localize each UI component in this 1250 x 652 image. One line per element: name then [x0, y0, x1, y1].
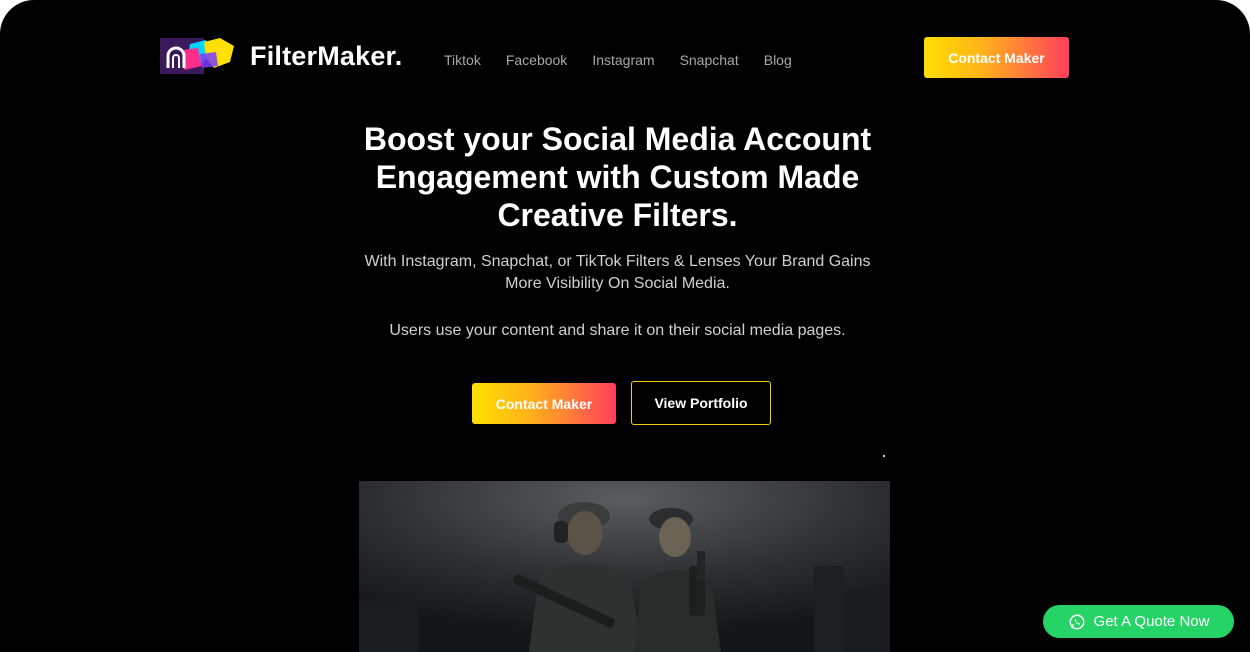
hero-subtitle: With Instagram, Snapchat, or TikTok Filt…: [364, 253, 871, 292]
header-contact-button[interactable]: Contact Maker: [924, 37, 1069, 78]
get-quote-button[interactable]: Get A Quote Now: [1043, 605, 1234, 638]
brand-name: FilterMaker.: [250, 40, 403, 71]
hero-contact-button[interactable]: Contact Maker: [472, 383, 616, 424]
nav-link-snapchat[interactable]: Snapchat: [680, 52, 739, 68]
whatsapp-icon: [1069, 614, 1085, 629]
logo-icon: [160, 38, 234, 74]
nav-link-facebook[interactable]: Facebook: [506, 52, 567, 68]
nav-link-blog[interactable]: Blog: [764, 52, 792, 68]
brand-logo[interactable]: FilterMaker.: [160, 36, 402, 76]
soldiers-image: [359, 481, 890, 652]
get-quote-label: Get A Quote Now: [1093, 613, 1210, 630]
page-frame: FilterMaker. Tiktok Facebook Instagram S…: [0, 0, 1250, 652]
hero-title: Boost your Social Media Account Engageme…: [363, 121, 872, 233]
main-nav: Tiktok Facebook Instagram Snapchat Blog: [444, 52, 817, 68]
hero-subtitle-secondary: Users use your content and share it on t…: [389, 322, 846, 339]
decorative-dot: [883, 455, 885, 457]
nav-link-tiktok[interactable]: Tiktok: [444, 52, 481, 68]
view-portfolio-button[interactable]: View Portfolio: [631, 381, 771, 425]
nav-link-instagram[interactable]: Instagram: [592, 52, 654, 68]
hero-video[interactable]: [359, 481, 890, 652]
